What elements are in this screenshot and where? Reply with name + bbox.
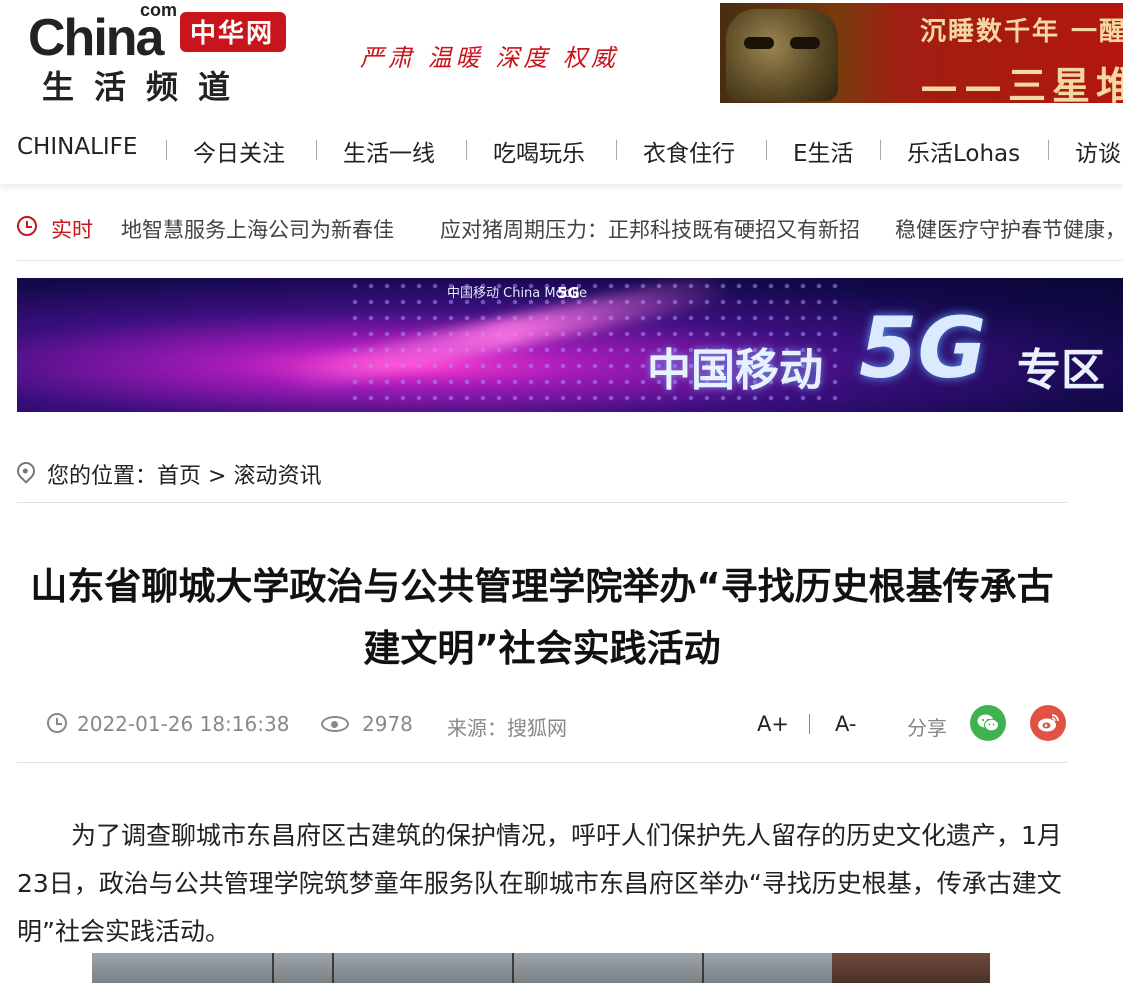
breadcrumb-home-link[interactable]: 首页 bbox=[157, 464, 201, 489]
breadcrumb: 您的位置：首页 > 滚动资讯 bbox=[13, 446, 1067, 503]
nav-item-frontline[interactable]: 生活一线 bbox=[343, 134, 435, 168]
banner-title-prefix: 中国移动 bbox=[647, 345, 823, 396]
ad-subline: ——三星堆 bbox=[920, 63, 1123, 103]
article-meta: 2022-01-26 18:16:38 2978 来源：搜狐网 A+ A- 分享 bbox=[17, 700, 1067, 763]
news-ticker: 实时 地智慧服务上海公司为新春佳 应对猪周期压力：正邦科技既有硬招又有新招 稳健… bbox=[17, 200, 1123, 261]
article-paragraph: 为了调查聊城市东昌府区古建筑的保护情况，呼吁人们保护先人留存的历史文化遗产，1月… bbox=[17, 821, 1062, 946]
location-pin-icon bbox=[13, 458, 39, 484]
article-source: 来源：搜狐网 bbox=[447, 716, 567, 740]
main-nav: CHINALIFE 今日关注 生活一线 吃喝玩乐 衣食住行 E生活 乐活Loha… bbox=[0, 118, 1123, 184]
ad-headline: 沉睡数千年 一醒 bbox=[920, 17, 1123, 47]
nav-item-interview[interactable]: 访谈 bbox=[1075, 134, 1121, 168]
share-label: 分享 bbox=[907, 716, 947, 740]
bronze-mask-image bbox=[726, 9, 838, 101]
nav-separator bbox=[466, 140, 467, 160]
wechat-icon bbox=[977, 714, 999, 732]
view-count: 2978 bbox=[362, 712, 413, 736]
ticker-item[interactable]: 地智慧服务上海公司为新春佳 bbox=[121, 214, 394, 244]
nav-separator bbox=[316, 140, 317, 160]
top-ad-banner[interactable]: 沉睡数千年 一醒 ——三星堆 bbox=[720, 3, 1123, 103]
breadcrumb-separator: > bbox=[208, 464, 227, 489]
nav-item-elife[interactable]: E生活 bbox=[793, 134, 854, 168]
font-separator bbox=[809, 714, 810, 734]
nav-separator bbox=[766, 140, 767, 160]
banner-5g-badge: 5G bbox=[557, 284, 580, 302]
banner-title-5g: 5G bbox=[859, 299, 987, 397]
nav-item-food-fun[interactable]: 吃喝玩乐 bbox=[493, 134, 585, 168]
nav-separator bbox=[166, 140, 167, 160]
clock-icon bbox=[17, 216, 37, 236]
font-increase-button[interactable]: A+ bbox=[757, 712, 789, 736]
logo-com-text: com bbox=[140, 0, 178, 20]
china-mobile-5g-banner[interactable]: 中国移动 China Mobile 5G 中国移动 5G 专区 bbox=[17, 278, 1123, 412]
breadcrumb-label: 您的位置： bbox=[47, 464, 158, 489]
logo-channel-name: 生活频道 bbox=[42, 68, 251, 106]
nav-item-chinalife[interactable]: CHINALIFE bbox=[17, 134, 137, 160]
nav-item-living[interactable]: 衣食住行 bbox=[643, 134, 735, 168]
nav-separator bbox=[616, 140, 617, 160]
time-icon bbox=[47, 713, 67, 733]
article-title: 山东省聊城大学政治与公共管理学院举办“寻找历史根基传承古建文明”社会实践活动 bbox=[30, 565, 1054, 670]
ticker-label: 实时 bbox=[51, 218, 93, 242]
nav-separator bbox=[1048, 140, 1049, 160]
nav-separator bbox=[880, 140, 881, 160]
breadcrumb-section-link[interactable]: 滚动资讯 bbox=[233, 464, 321, 489]
site-slogan: 严肃 温暖 深度 权威 bbox=[360, 44, 619, 72]
weibo-share-button[interactable] bbox=[1030, 705, 1066, 741]
article-photo bbox=[92, 953, 990, 983]
breadcrumb-text: 您的位置：首页 > 滚动资讯 bbox=[47, 458, 321, 490]
banner-title-suffix: 专区 bbox=[1017, 345, 1105, 396]
logo-cn-badge: 中华网 bbox=[180, 12, 287, 52]
nav-item-today[interactable]: 今日关注 bbox=[193, 134, 285, 168]
weibo-icon bbox=[1038, 714, 1059, 732]
font-decrease-button[interactable]: A- bbox=[835, 712, 856, 736]
ticker-item[interactable]: 应对猪周期压力：正邦科技既有硬招又有新招 bbox=[440, 214, 860, 244]
wechat-share-button[interactable] bbox=[970, 705, 1006, 741]
views-eye-icon bbox=[321, 716, 349, 732]
ticker-item[interactable]: 稳健医疗守护春节健康， bbox=[895, 214, 1123, 244]
nav-item-lohas[interactable]: 乐活Lohas bbox=[907, 134, 1020, 168]
site-logo[interactable]: China com 中华网 生活频道 bbox=[28, 0, 328, 106]
publish-datetime: 2022-01-26 18:16:38 bbox=[77, 712, 290, 736]
site-header: China com 中华网 生活频道 严肃 温暖 深度 权威 沉睡数千年 一醒 … bbox=[0, 0, 1123, 115]
